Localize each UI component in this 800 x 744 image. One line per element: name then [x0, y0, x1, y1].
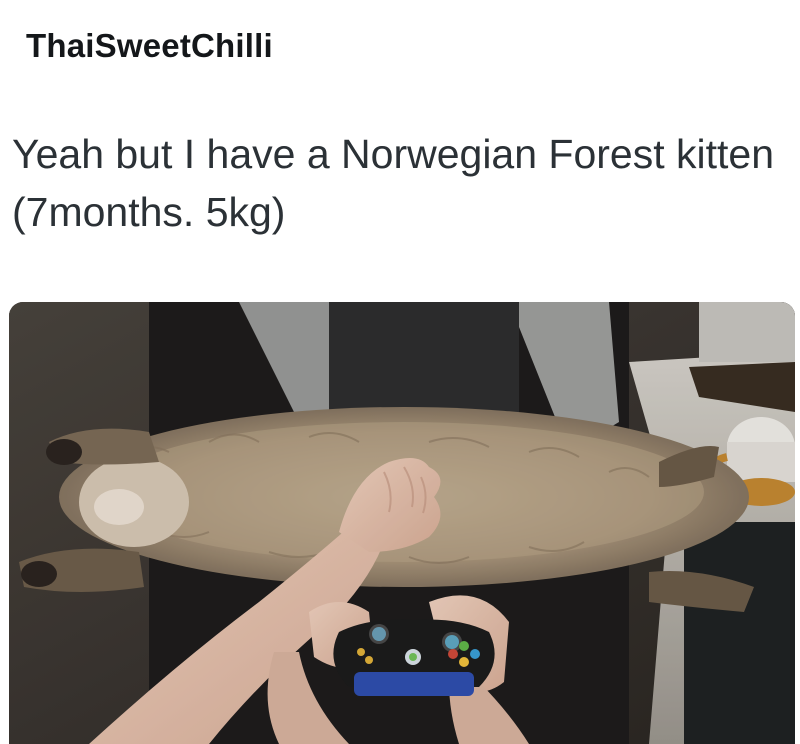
tweet: ThaiSweetChilli Yeah but I have a Norweg…	[0, 0, 800, 744]
tweet-media-photo[interactable]	[9, 302, 795, 744]
kitten-photo-illustration	[9, 302, 795, 744]
username[interactable]: ThaiSweetChilli	[26, 26, 273, 66]
tweet-text: Yeah but I have a Norwegian Forest kitte…	[12, 131, 775, 235]
